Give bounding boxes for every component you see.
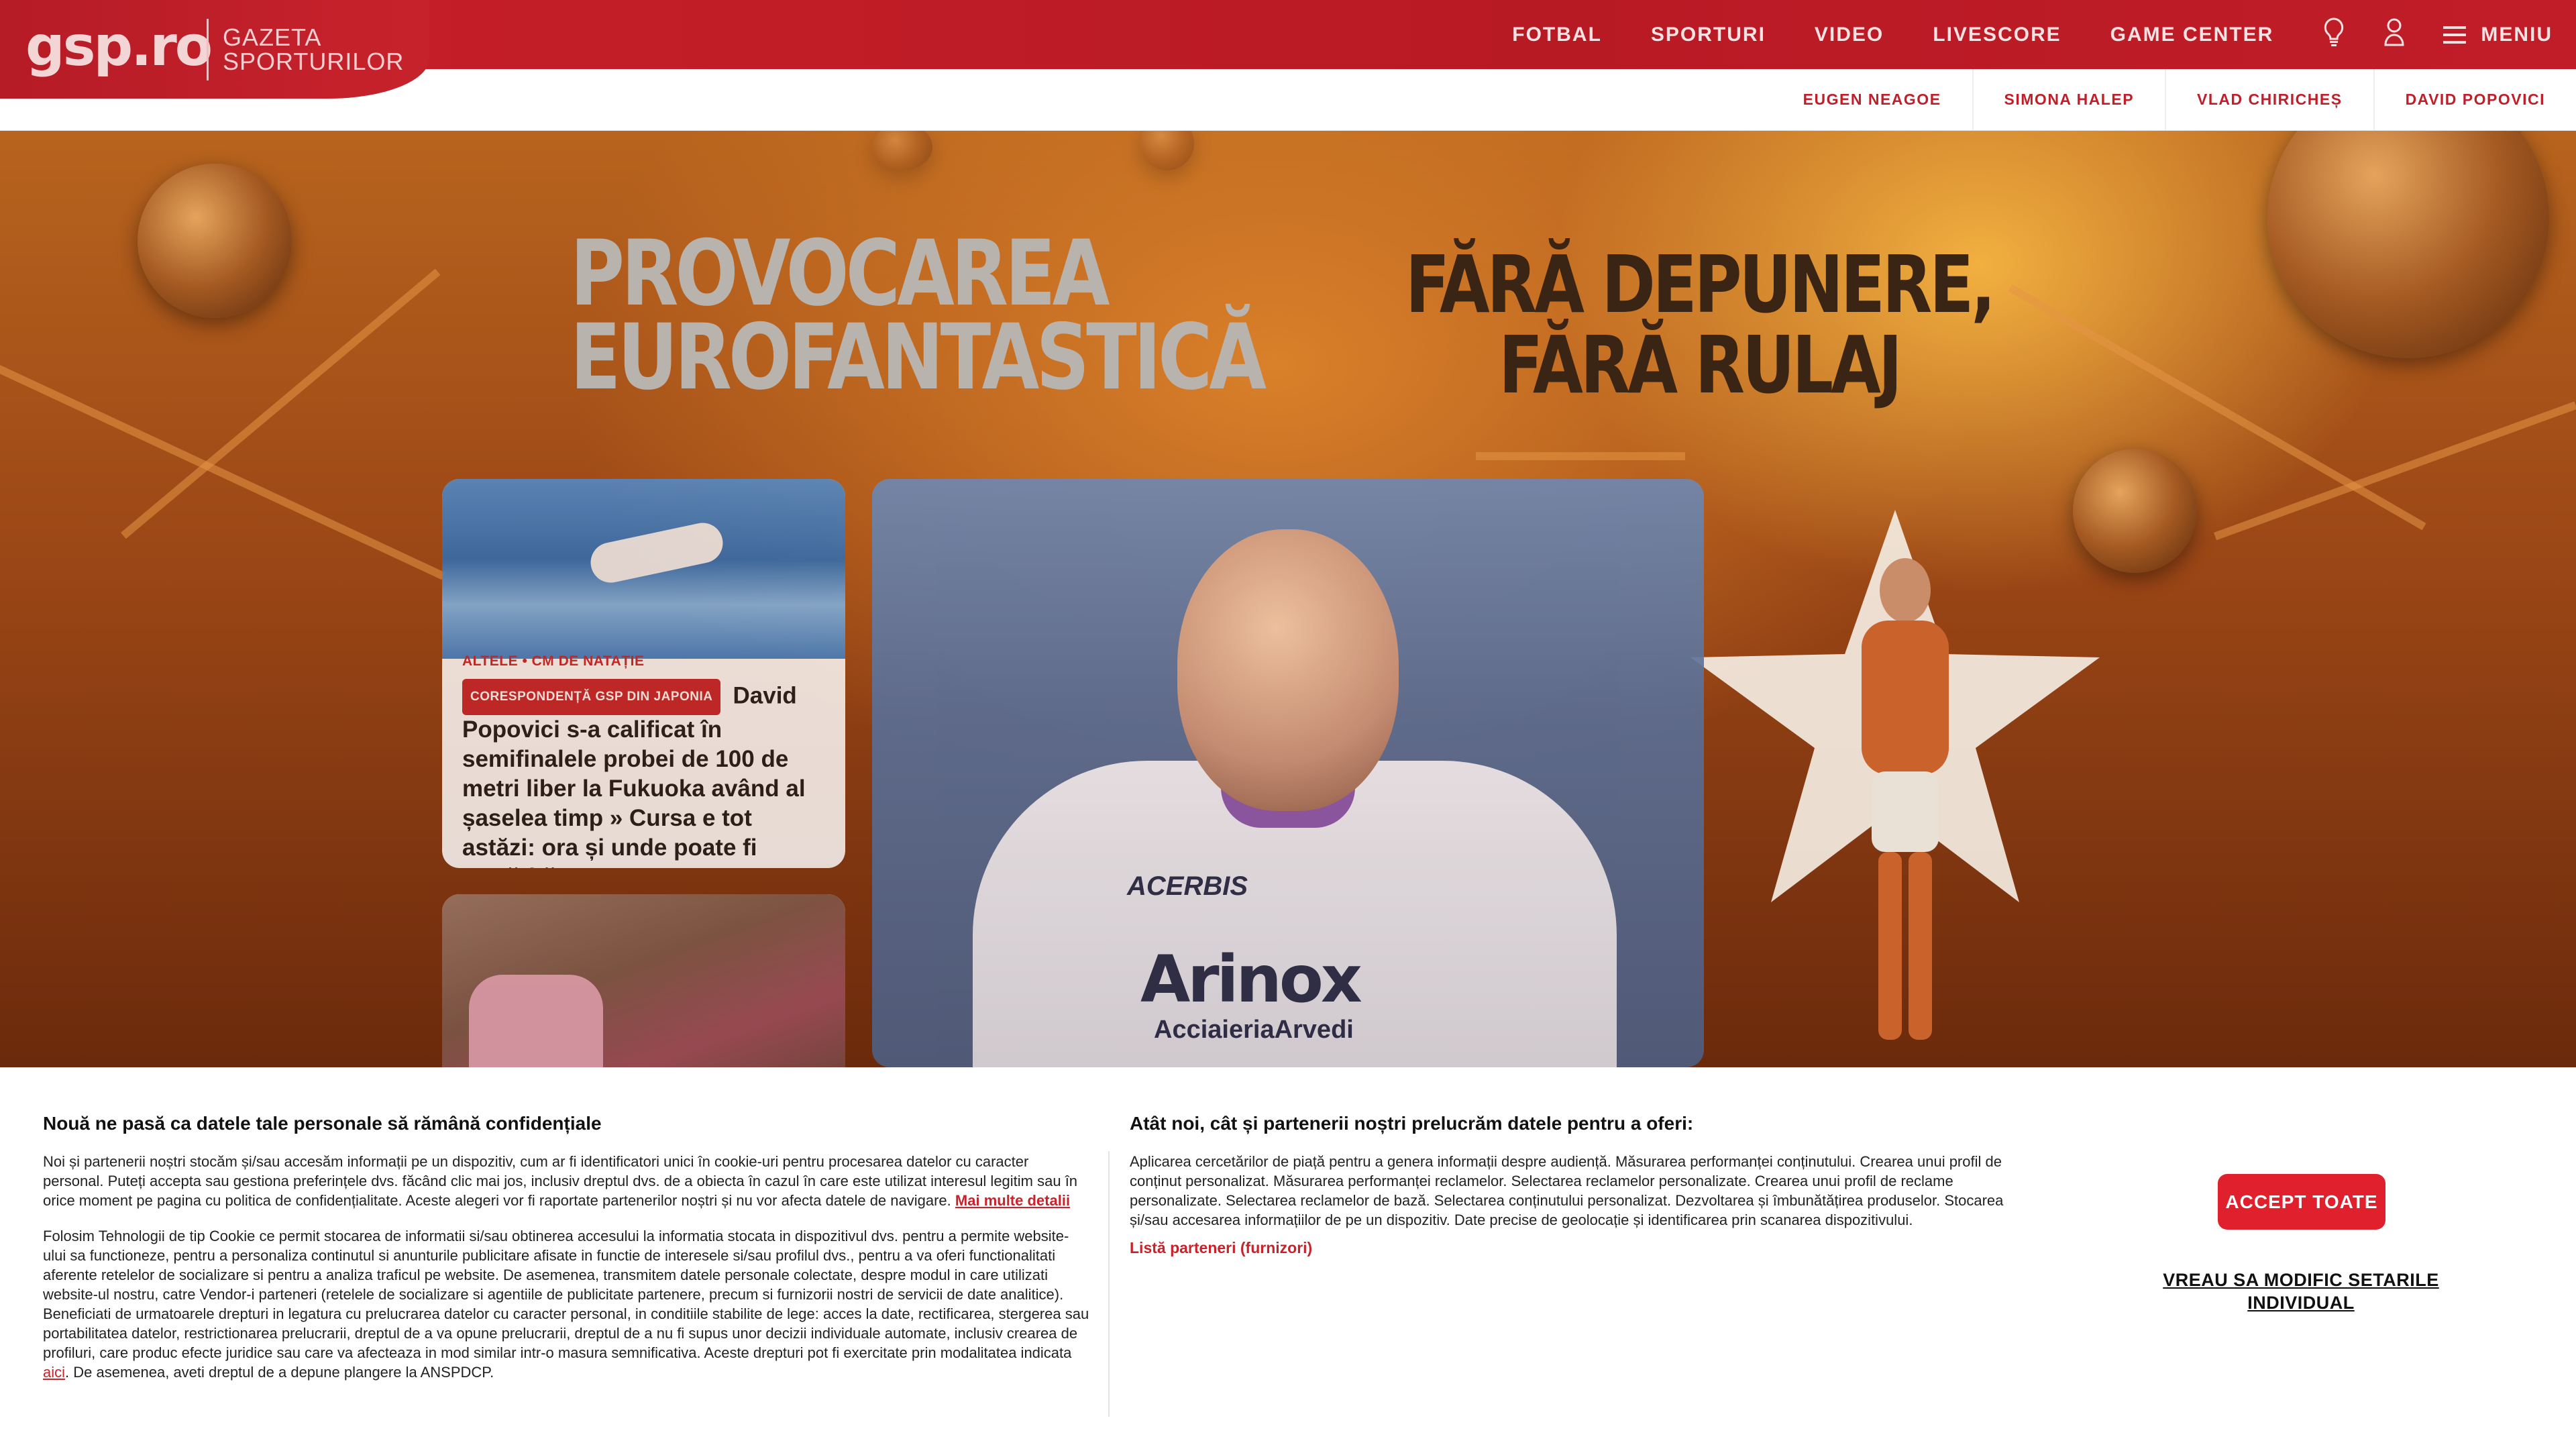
- customize-settings-button[interactable]: VREAU SA MODIFIC SETARILE INDIVIDUAL: [2140, 1269, 2462, 1314]
- article-text: ALTELE • CM DE NATAȚIE CORESPONDENȚĂ GSP…: [462, 653, 825, 868]
- kit-brand-text: ACERBIS: [1127, 871, 1248, 901]
- article-badge: CORESPONDENȚĂ GSP DIN JAPONIA: [462, 679, 721, 715]
- nav-video[interactable]: VIDEO: [1815, 23, 1884, 46]
- tag-david-popovici[interactable]: DAVID POPOVICI: [2373, 69, 2576, 130]
- article-image[interactable]: [442, 479, 845, 659]
- decor-line: [2214, 401, 2576, 541]
- cookie-info-column: Nouă ne pasă ca datele tale personale să…: [43, 1113, 1089, 1382]
- here-link[interactable]: aici: [43, 1364, 65, 1381]
- partners-list-link[interactable]: Listă parteneri (furnizori): [1130, 1239, 2035, 1257]
- featured-article-image[interactable]: ACERBIS Arinox AcciaieriaArvedi: [872, 479, 1704, 1067]
- main-nav: FOTBAL SPORTURI VIDEO LIVESCORE GAME CEN…: [1512, 0, 2576, 69]
- promo-tagline-line1: FĂRĂ DEPUNERE,: [1405, 238, 1996, 331]
- nav-livescore[interactable]: LIVESCORE: [1933, 23, 2061, 46]
- shirt-sponsor-text: Arinox: [1140, 942, 1362, 1017]
- cookie-title: Nouă ne pasă ca datele tale personale să…: [43, 1113, 602, 1134]
- swimmer-figure: [586, 519, 727, 587]
- logo-text: gsp.ro: [25, 15, 213, 78]
- logo-subtitle: GAZETA SPORTURILOR: [223, 25, 404, 74]
- cookie-paragraph-2-end: . De asemenea, aveti dreptul de a depune…: [65, 1364, 494, 1381]
- nav-game-center[interactable]: GAME CENTER: [2110, 23, 2274, 46]
- shirt-sponsor-subtext: AcciaieriaArvedi: [1154, 1016, 1354, 1044]
- subcategory-link[interactable]: CM DE NATAȚIE: [532, 653, 645, 669]
- player-head: [1177, 529, 1399, 811]
- promo-tagline-line2: FĂRĂ RULAJ: [1499, 319, 1902, 411]
- promo-tagline: FĂRĂ DEPUNERE, FĂRĂ RULAJ: [1405, 238, 1996, 411]
- cookie-paragraph-1-text: Noi și partenerii noștri stocăm și/sau a…: [43, 1153, 1078, 1209]
- promo-title-line2: EUROFANTASTICĂ: [570, 305, 1267, 410]
- menu-label: MENIU: [2481, 23, 2553, 46]
- promo-title: PROVOCAREA EUROFANTASTICĂ: [570, 221, 1267, 410]
- article-category[interactable]: ALTELE • CM DE NATAȚIE: [462, 653, 825, 669]
- article-card-2[interactable]: [442, 894, 845, 1095]
- logo-divider: [207, 19, 209, 80]
- nav-sporturi[interactable]: SPORTURI: [1651, 23, 1766, 46]
- player-illustration: [1862, 558, 1949, 1040]
- category-link[interactable]: ALTELE: [462, 653, 518, 669]
- logo-subtitle-line2: SPORTURILOR: [223, 48, 405, 75]
- tag-simona-halep[interactable]: SIMONA HALEP: [1972, 69, 2165, 130]
- cookie-divider: [1108, 1151, 1110, 1417]
- trending-tags: EUGEN NEAGOE SIMONA HALEP VLAD CHIRICHEȘ…: [1772, 69, 2576, 130]
- page: PROVOCAREA EUROFANTASTICĂ FĂRĂ DEPUNERE,…: [0, 0, 2576, 1449]
- logo[interactable]: gsp.ro GAZETA SPORTURILOR: [0, 0, 429, 99]
- user-icon[interactable]: [2383, 17, 2406, 53]
- cookie-paragraph-1: Noi și partenerii noștri stocăm și/sau a…: [43, 1152, 1089, 1210]
- hamburger-icon: [2443, 25, 2467, 44]
- more-details-link[interactable]: Mai multe detalii: [955, 1192, 1070, 1209]
- purposes-text: Aplicarea cercetărilor de piață pentru a…: [1130, 1153, 2004, 1228]
- tag-vlad-chiriches[interactable]: VLAD CHIRICHEȘ: [2165, 69, 2373, 130]
- cookie-consent-banner: Nouă ne pasă ca datele tale personale să…: [0, 1067, 2576, 1449]
- golden-ball-icon: [138, 164, 292, 318]
- decor-line: [0, 365, 445, 580]
- nav-fotbal[interactable]: FOTBAL: [1512, 23, 1602, 46]
- article-image[interactable]: [442, 894, 845, 1095]
- logo-subtitle-line1: GAZETA: [223, 23, 322, 51]
- article-headline[interactable]: CORESPONDENȚĂ GSP DIN JAPONIA David Popov…: [462, 679, 825, 868]
- lightbulb-icon[interactable]: [2322, 17, 2345, 53]
- cookie-paragraph-2-text: Folosim Tehnologii de tip Cookie ce perm…: [43, 1228, 1089, 1361]
- cookie-paragraph-2: Folosim Tehnologii de tip Cookie ce perm…: [43, 1226, 1089, 1382]
- menu-button[interactable]: MENIU: [2443, 23, 2553, 46]
- article-card[interactable]: ALTELE • CM DE NATAȚIE CORESPONDENȚĂ GSP…: [442, 479, 845, 868]
- accept-all-button[interactable]: ACCEPT TOATE: [2218, 1174, 2385, 1230]
- decor-line: [1476, 452, 1685, 460]
- cookie-purposes-column: Atât noi, cât și partenerii noștri prelu…: [1130, 1113, 2035, 1257]
- tag-eugen-neagoe[interactable]: EUGEN NEAGOE: [1772, 69, 1972, 130]
- separator-dot: •: [522, 653, 532, 669]
- purposes-title: Atât noi, cât și partenerii noștri prelu…: [1130, 1113, 1694, 1134]
- promo-title-line1: PROVOCAREA: [570, 221, 1110, 326]
